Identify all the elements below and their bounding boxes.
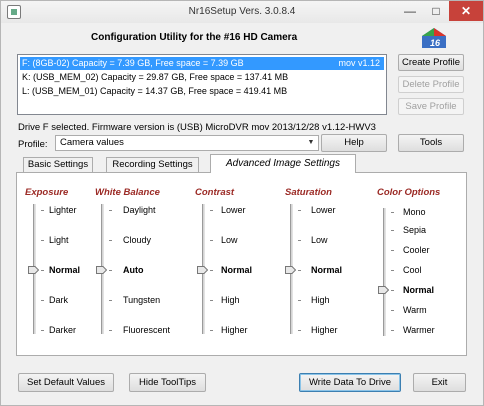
slider-tick bbox=[41, 240, 44, 241]
camera-logo-icon: 16 bbox=[422, 28, 446, 48]
color-option: Mono bbox=[403, 207, 426, 217]
drive-firmware: mov v1.12 bbox=[338, 58, 380, 68]
exposure-option: Dark bbox=[49, 295, 69, 305]
slider-tick bbox=[298, 270, 301, 271]
white-balance-option-selected: Auto bbox=[123, 265, 144, 275]
saturation-option: High bbox=[311, 295, 330, 305]
title-bar: Nr16Setup Vers. 3.0.8.4 — □ ✕ bbox=[1, 1, 483, 23]
drive-list[interactable]: F: (8GB-02) Capacity = 7.39 GB, Free spa… bbox=[17, 54, 387, 115]
slider-tick bbox=[109, 330, 112, 331]
color-option: Cooler bbox=[403, 245, 430, 255]
saturation-option-selected: Normal bbox=[311, 265, 343, 275]
slider-tick bbox=[210, 210, 213, 211]
slider-tick bbox=[41, 210, 44, 211]
white-balance-option: Fluorescent bbox=[123, 325, 171, 335]
white-balance-heading: White Balance bbox=[95, 187, 160, 198]
drive-item-k[interactable]: K: (USB_MEM_02) Capacity = 29.87 GB, Fre… bbox=[20, 71, 384, 84]
save-profile-button[interactable]: Save Profile bbox=[398, 98, 464, 115]
app-window: Nr16Setup Vers. 3.0.8.4 — □ ✕ Configurat… bbox=[0, 0, 484, 406]
slider-tick bbox=[298, 210, 301, 211]
saturation-option: Lower bbox=[311, 205, 336, 215]
drive-item-l[interactable]: L: (USB_MEM_01) Capacity = 14.37 GB, Fre… bbox=[20, 85, 384, 98]
contrast-slider-thumb[interactable] bbox=[197, 266, 208, 274]
color-option-selected: Normal bbox=[403, 285, 435, 295]
slider-tick bbox=[109, 300, 112, 301]
saturation-heading: Saturation bbox=[285, 187, 332, 198]
delete-profile-button[interactable]: Delete Profile bbox=[398, 76, 464, 93]
saturation-option: Low bbox=[311, 235, 328, 245]
slider-tick bbox=[391, 250, 394, 251]
white-balance-option: Tungsten bbox=[123, 295, 161, 305]
slider-tick bbox=[298, 300, 301, 301]
slider-tick bbox=[109, 210, 112, 211]
contrast-option: High bbox=[221, 295, 240, 305]
color-options-slider-thumb[interactable] bbox=[378, 286, 389, 294]
color-option: Cool bbox=[403, 265, 422, 275]
color-options-slider-track[interactable] bbox=[383, 208, 386, 336]
white-balance-slider-thumb[interactable] bbox=[96, 266, 107, 274]
write-data-to-drive-button[interactable]: Write Data To Drive bbox=[299, 373, 401, 392]
slider-tick bbox=[210, 300, 213, 301]
slider-tick bbox=[210, 330, 213, 331]
tab-basic-settings[interactable]: Basic Settings bbox=[23, 157, 93, 172]
status-text: Drive F selected. Firmware version is (U… bbox=[18, 122, 376, 133]
color-option: Warm bbox=[403, 305, 427, 315]
contrast-heading: Contrast bbox=[195, 187, 235, 198]
profile-select-value: Camera values bbox=[60, 137, 124, 148]
close-button[interactable]: ✕ bbox=[449, 1, 483, 21]
profile-select[interactable]: Camera values ▼ bbox=[55, 135, 319, 151]
tools-button[interactable]: Tools bbox=[398, 134, 464, 152]
color-option: Sepia bbox=[403, 225, 427, 235]
color-option: Warmer bbox=[403, 325, 435, 335]
slider-tick bbox=[109, 270, 112, 271]
exposure-heading: Exposure bbox=[25, 187, 69, 198]
saturation-slider-thumb[interactable] bbox=[285, 266, 296, 274]
exit-button[interactable]: Exit bbox=[413, 373, 466, 392]
white-balance-option: Cloudy bbox=[123, 235, 152, 245]
contrast-option: Lower bbox=[221, 205, 246, 215]
slider-tick bbox=[391, 230, 394, 231]
slider-tick bbox=[391, 290, 394, 291]
hide-tooltips-button[interactable]: Hide ToolTips bbox=[129, 373, 206, 392]
contrast-option: Higher bbox=[221, 325, 248, 335]
logo-text: 16 bbox=[430, 38, 441, 48]
slider-tick bbox=[391, 330, 394, 331]
slider-tick bbox=[210, 240, 213, 241]
drive-label: L: (USB_MEM_01) Capacity = 14.37 GB, Fre… bbox=[22, 86, 288, 96]
page-title: Configuration Utility for the #16 HD Cam… bbox=[91, 32, 298, 43]
exposure-option: Darker bbox=[49, 325, 77, 335]
slider-tick bbox=[298, 240, 301, 241]
slider-tick bbox=[210, 270, 213, 271]
slider-tick bbox=[41, 270, 44, 271]
slider-tick bbox=[109, 240, 112, 241]
contrast-option-selected: Normal bbox=[221, 265, 253, 275]
slider-tick bbox=[391, 270, 394, 271]
help-button[interactable]: Help bbox=[321, 134, 387, 152]
exposure-option: Lighter bbox=[49, 205, 77, 215]
create-profile-button[interactable]: Create Profile bbox=[398, 54, 464, 71]
set-default-values-button[interactable]: Set Default Values bbox=[18, 373, 114, 392]
exposure-option-selected: Normal bbox=[49, 265, 81, 275]
drive-label: F: (8GB-02) Capacity = 7.39 GB, Free spa… bbox=[22, 58, 244, 68]
contrast-option: Low bbox=[221, 235, 238, 245]
drive-item-f[interactable]: F: (8GB-02) Capacity = 7.39 GB, Free spa… bbox=[20, 57, 384, 70]
drive-label: K: (USB_MEM_02) Capacity = 29.87 GB, Fre… bbox=[22, 72, 289, 82]
saturation-option: Higher bbox=[311, 325, 338, 335]
slider-tick bbox=[391, 212, 394, 213]
tab-advanced-image-settings[interactable]: Advanced Image Settings bbox=[210, 154, 356, 173]
slider-tick bbox=[391, 310, 394, 311]
exposure-option: Light bbox=[49, 235, 69, 245]
profile-label: Profile: bbox=[18, 139, 48, 150]
tab-recording-settings[interactable]: Recording Settings bbox=[106, 157, 199, 172]
chevron-down-icon: ▼ bbox=[307, 139, 315, 146]
white-balance-option: Daylight bbox=[123, 205, 156, 215]
maximize-button[interactable]: □ bbox=[423, 1, 449, 21]
exposure-slider-thumb[interactable] bbox=[28, 266, 39, 274]
color-options-heading: Color Options bbox=[377, 187, 441, 198]
slider-tick bbox=[298, 330, 301, 331]
slider-tick bbox=[41, 300, 44, 301]
slider-tick bbox=[41, 330, 44, 331]
minimize-button[interactable]: — bbox=[397, 1, 423, 21]
